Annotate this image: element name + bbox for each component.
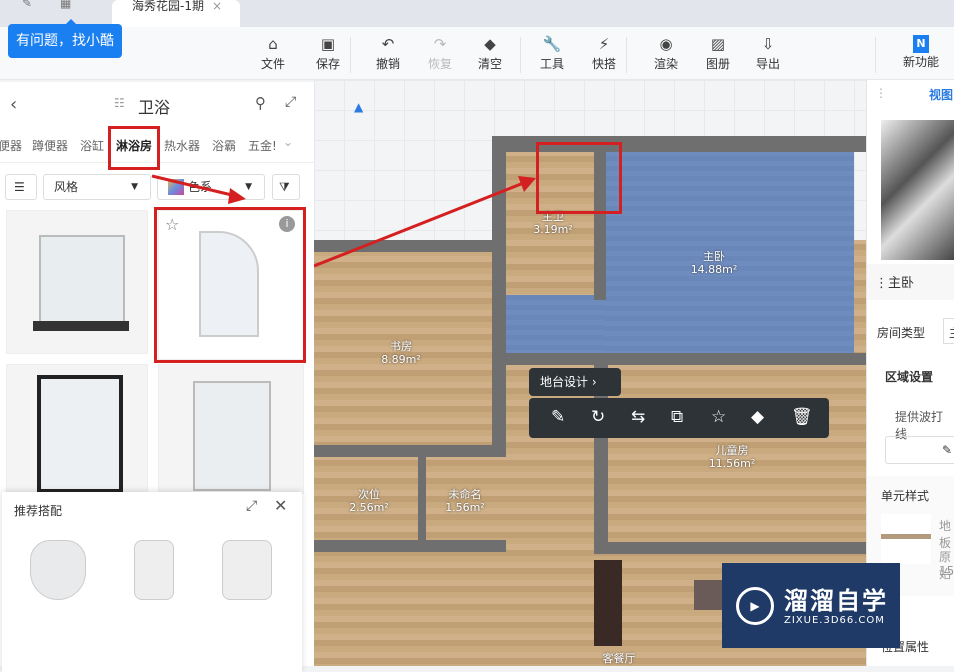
toolbar-undo-button[interactable]: ↶ 撤销	[368, 35, 408, 72]
product-card[interactable]	[6, 364, 148, 494]
toolbar-file-button[interactable]: ⌂ 文件	[253, 35, 293, 72]
watermark-logo: ▶ 溜溜自学 ZIXUE.3D66.COM	[722, 563, 900, 648]
toolbar-lightning-button[interactable]: ⚡ 快搭	[584, 35, 624, 72]
drag-handle-icon[interactable]: ⋮	[875, 86, 887, 100]
toolbar: ⌂ 文件 ▣ 保存 ↶ 撤销 ↷ 恢复 ◆ 清空 🔧 工具 ⚡ 快搭 ◉ 渲染 ▨ 图册 ⇩ 导出 N 新功能	[0, 27, 954, 80]
category-tab[interactable]: 热水器	[164, 137, 200, 154]
save-icon: ▣	[320, 35, 336, 53]
watermark-url: ZIXUE.3D66.COM	[784, 615, 885, 626]
export-icon: ⇩	[761, 35, 775, 53]
tool-icon[interactable]: ✎	[22, 0, 32, 10]
product-card[interactable]	[158, 364, 304, 494]
room-title: ⋮主卧	[875, 276, 915, 291]
toolbar-camera-button[interactable]: ◉ 渲染	[646, 35, 686, 72]
unit-style-heading: 单元样式	[881, 489, 930, 503]
divider	[520, 37, 521, 73]
filter-button[interactable]: ⧩	[272, 174, 300, 200]
category-tab[interactable]: 便器	[0, 137, 22, 154]
room-type-select[interactable]: 主	[943, 318, 954, 344]
panel-title: 卫浴	[138, 98, 171, 117]
close-icon[interactable]: ×	[212, 0, 222, 13]
toolbar-label: 文件	[260, 57, 285, 71]
tab-title: 海秀花园-1期	[132, 0, 204, 13]
toolbar-label: 新功能	[902, 55, 939, 69]
category-tab[interactable]: 浴霸	[212, 137, 236, 154]
toolbar-label: 图册	[705, 57, 730, 71]
edit-button[interactable]: ✎	[885, 436, 954, 464]
highlight-box	[154, 207, 306, 363]
toolbar-image-button[interactable]: ▨ 图册	[698, 35, 738, 72]
toolbar-label: 工具	[539, 57, 564, 71]
lightning-icon: ⚡	[598, 35, 610, 53]
play-icon: ▶	[736, 587, 774, 625]
annotation-arrow	[151, 174, 246, 204]
tab-view[interactable]: 视图	[929, 86, 953, 103]
recommend-title: 推荐搭配	[14, 504, 63, 518]
search-icon[interactable]: ⚲	[255, 94, 266, 112]
tab-bar: ✎ ▦ 海秀花园-1期 ×	[0, 0, 954, 27]
divider	[626, 37, 627, 73]
material-name: 地板	[939, 519, 952, 550]
redo-icon: ↷	[433, 35, 447, 53]
recommend-item[interactable]	[222, 540, 272, 600]
toolbar-export-button[interactable]: ⇩ 导出	[748, 35, 788, 72]
category-tab[interactable]: 浴缸	[80, 137, 104, 154]
room-type-label: 房间类型	[877, 326, 926, 340]
undo-icon: ↶	[381, 35, 395, 53]
back-icon[interactable]: ‹	[10, 94, 17, 115]
category-tab[interactable]: 五金!	[248, 137, 277, 154]
recommend-popup: 推荐搭配 ⤢ ✕	[2, 492, 302, 672]
list-icon: ☷	[114, 96, 125, 110]
divider	[875, 37, 876, 73]
image-icon: ▨	[710, 35, 726, 53]
toolbar-wrench-button[interactable]: 🔧 工具	[532, 35, 572, 72]
grid-icon[interactable]: ▦	[60, 0, 71, 10]
material-thumbnail[interactable]	[881, 514, 931, 564]
toolbar-new-button[interactable]: N 新功能	[898, 35, 944, 70]
highlight-box	[108, 126, 160, 170]
expand-icon[interactable]: ⤢	[246, 498, 257, 514]
style-select-value: 风格	[54, 180, 79, 194]
recommend-item[interactable]	[134, 540, 174, 600]
watermark-brand: 溜溜自学	[784, 587, 888, 615]
toolbar-redo-button[interactable]: ↷ 恢复	[420, 35, 460, 72]
chevron-down-icon[interactable]: ⌄	[283, 135, 293, 149]
arrow-line	[314, 180, 527, 268]
style-select[interactable]: 风格 ▼	[43, 174, 151, 200]
toolbar-label: 渲染	[653, 57, 678, 71]
help-tooltip[interactable]: 有问题，找小酷	[8, 19, 122, 58]
tab-project[interactable]: 海秀花园-1期 ×	[112, 0, 240, 27]
expand-icon[interactable]: ⤢	[285, 94, 296, 110]
divider	[350, 37, 351, 73]
toolbar-label: 撤销	[375, 57, 400, 71]
toolbar-save-button[interactable]: ▣ 保存	[308, 35, 348, 72]
area-settings-heading: 区域设置	[885, 370, 934, 384]
category-tab[interactable]: 蹲便器	[32, 137, 68, 154]
file-icon: ⌂	[268, 35, 278, 53]
toolbar-eraser-button[interactable]: ◆ 清空	[470, 35, 510, 72]
new-icon: N	[913, 35, 929, 53]
camera-icon: ◉	[659, 35, 673, 53]
wrench-icon: 🔧	[542, 35, 562, 53]
3d-preview[interactable]	[881, 120, 954, 260]
toolbar-label: 快搭	[591, 57, 616, 71]
close-icon[interactable]: ✕	[274, 496, 287, 515]
room-type-value: 主	[949, 326, 954, 340]
toolbar-label: 清空	[477, 57, 502, 71]
sort-button[interactable]: ☰	[5, 174, 37, 200]
material-orig-value: 15	[939, 564, 954, 578]
recommend-item[interactable]	[30, 540, 86, 600]
product-card[interactable]	[6, 210, 148, 354]
toolbar-label: 导出	[755, 57, 780, 71]
toolbar-label: 保存	[315, 57, 340, 71]
eraser-icon: ◆	[484, 35, 496, 53]
toolbar-label: 恢复	[427, 57, 452, 71]
